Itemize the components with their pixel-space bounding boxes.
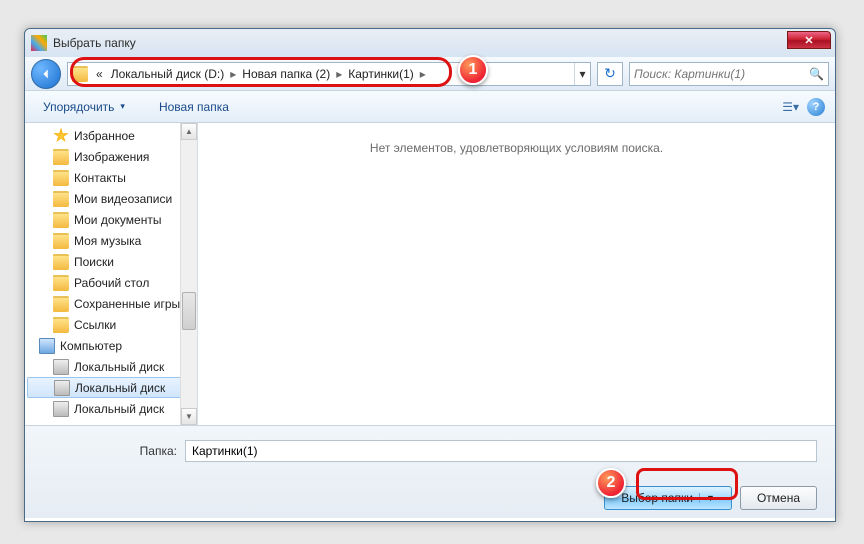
app-icon bbox=[31, 35, 47, 51]
folder-icon bbox=[53, 170, 69, 186]
back-button[interactable] bbox=[31, 59, 61, 89]
tree-item-label: Поиски bbox=[74, 255, 114, 269]
tree-item-label: Мои документы bbox=[74, 213, 161, 227]
tree-item[interactable]: Моя музыка bbox=[25, 230, 197, 251]
folder-icon bbox=[53, 149, 69, 165]
tree-item[interactable]: Рабочий стол bbox=[25, 272, 197, 293]
tree-item[interactable]: Локальный диск bbox=[25, 356, 197, 377]
folder-icon bbox=[53, 212, 69, 228]
cancel-button[interactable]: Отмена bbox=[740, 486, 817, 510]
breadcrumb[interactable]: « Локальный диск (D:) ▸ Новая папка (2) … bbox=[67, 62, 591, 86]
breadcrumb-prefix[interactable]: « bbox=[92, 63, 107, 85]
folder-icon bbox=[53, 254, 69, 270]
titlebar[interactable]: Выбрать папку ✕ bbox=[25, 29, 835, 57]
tree-item[interactable]: Избранное bbox=[25, 125, 197, 146]
search-box[interactable]: 🔍 bbox=[629, 62, 829, 86]
footer-panel: Папка: Выбор папки▼ Отмена bbox=[25, 425, 835, 518]
tree-item-label: Локальный диск bbox=[75, 381, 165, 395]
toolbar: Упорядочить Новая папка ☰▾ ? bbox=[25, 91, 835, 123]
tree-item-label: Локальный диск bbox=[74, 402, 164, 416]
chevron-right-icon: ▸ bbox=[418, 67, 428, 81]
folder-icon bbox=[53, 317, 69, 333]
annotation-marker: 2 bbox=[596, 468, 626, 498]
view-options-button[interactable]: ☰▾ bbox=[778, 98, 803, 116]
disk-icon-icon bbox=[54, 380, 70, 396]
new-folder-button[interactable]: Новая папка bbox=[151, 96, 237, 118]
close-button[interactable]: ✕ bbox=[787, 31, 831, 49]
scroll-down-arrow[interactable]: ▼ bbox=[181, 408, 197, 425]
folder-icon bbox=[72, 66, 88, 82]
chevron-right-icon: ▸ bbox=[334, 67, 344, 81]
file-list-area[interactable]: Нет элементов, удовлетворяющих условиям … bbox=[198, 123, 835, 425]
tree-item[interactable]: Сохраненные игры bbox=[25, 293, 197, 314]
tree-item-label: Контакты bbox=[74, 171, 126, 185]
body-area: Избранное Изображения Контакты Мои видеозап… bbox=[25, 123, 835, 425]
window-title: Выбрать папку bbox=[53, 36, 136, 50]
folder-icon bbox=[53, 296, 69, 312]
breadcrumb-segment[interactable]: Локальный диск (D:) bbox=[107, 63, 229, 85]
tree-item[interactable]: Мои видеозаписи bbox=[25, 188, 197, 209]
tree-item-label: Рабочий стол bbox=[74, 276, 149, 290]
organize-button[interactable]: Упорядочить bbox=[35, 96, 133, 118]
folder-icon bbox=[53, 233, 69, 249]
scroll-thumb[interactable] bbox=[182, 292, 196, 330]
tree-item[interactable]: Мои документы bbox=[25, 209, 197, 230]
breadcrumb-segment[interactable]: Новая папка (2) bbox=[238, 63, 334, 85]
tree-item[interactable]: Поиски bbox=[25, 251, 197, 272]
search-input[interactable] bbox=[634, 67, 805, 81]
star-icon bbox=[53, 128, 69, 144]
breadcrumb-segment[interactable]: Картинки(1) bbox=[344, 63, 418, 85]
tree-item-label: Изображения bbox=[74, 150, 149, 164]
folder-icon bbox=[53, 191, 69, 207]
help-icon[interactable]: ? bbox=[807, 98, 825, 116]
empty-message: Нет элементов, удовлетворяющих условиям … bbox=[370, 141, 663, 155]
disk-icon-icon bbox=[53, 401, 69, 417]
navigation-tree: Избранное Изображения Контакты Мои видеозап… bbox=[25, 123, 198, 425]
tree-item-label: Компьютер bbox=[60, 339, 122, 353]
folder-label: Папка: bbox=[43, 444, 185, 458]
breadcrumb-dropdown[interactable]: ▾ bbox=[574, 63, 590, 85]
scrollbar-vertical[interactable]: ▲ ▼ bbox=[180, 123, 197, 425]
disk-icon-icon bbox=[53, 359, 69, 375]
tree-item-label: Локальный диск bbox=[74, 360, 164, 374]
scroll-up-arrow[interactable]: ▲ bbox=[181, 123, 197, 140]
folder-name-input[interactable] bbox=[185, 440, 817, 462]
folder-icon bbox=[53, 275, 69, 291]
tree-item-label: Сохраненные игры bbox=[74, 297, 180, 311]
tree-item[interactable]: Изображения bbox=[25, 146, 197, 167]
search-icon: 🔍 bbox=[809, 67, 824, 81]
tree-item-label: Мои видеозаписи bbox=[74, 192, 172, 206]
tree-item-label: Моя музыка bbox=[74, 234, 141, 248]
annotation-marker: 1 bbox=[458, 55, 488, 85]
navigation-bar: « Локальный диск (D:) ▸ Новая папка (2) … bbox=[25, 57, 835, 91]
pc-icon-icon bbox=[39, 338, 55, 354]
dialog-window: Выбрать папку ✕ « Локальный диск (D:) ▸ … bbox=[24, 28, 836, 522]
tree-item-label: Избранное bbox=[74, 129, 135, 143]
tree-item-label: Ссылки bbox=[74, 318, 116, 332]
tree-item[interactable]: Контакты bbox=[25, 167, 197, 188]
tree-item[interactable]: Локальный диск bbox=[27, 377, 195, 398]
tree-item[interactable]: Локальный диск bbox=[25, 398, 197, 419]
tree-item[interactable]: Ссылки bbox=[25, 314, 197, 335]
tree-item[interactable]: Компьютер bbox=[25, 335, 197, 356]
refresh-button[interactable]: ↻ bbox=[597, 62, 623, 86]
chevron-right-icon: ▸ bbox=[228, 67, 238, 81]
